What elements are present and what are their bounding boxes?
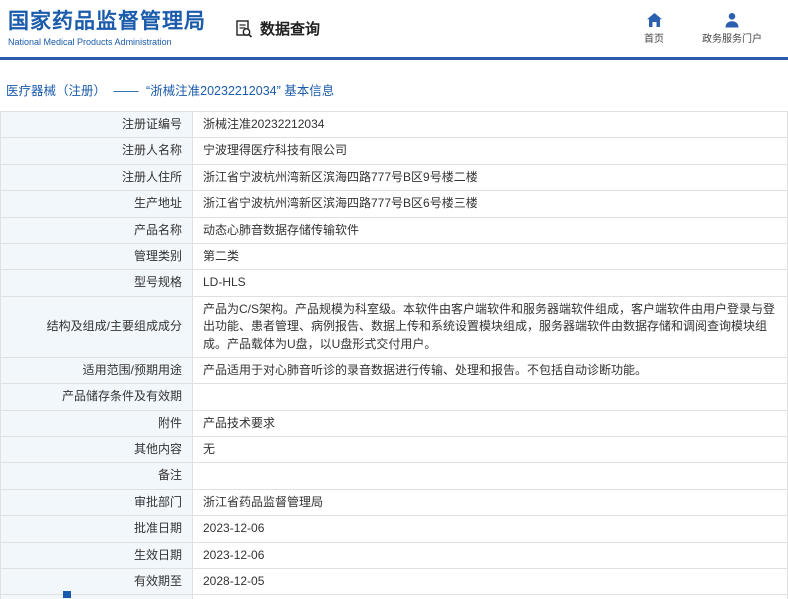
row-label: 审批部门 xyxy=(0,488,193,517)
nav-home-label: 首页 xyxy=(644,34,664,45)
row-label: 注册证编号 xyxy=(0,110,193,139)
table-row: 附件 产品技术要求 xyxy=(0,409,788,438)
row-value: 浙江省宁波杭州湾新区滨海四路777号B区6号楼三楼 xyxy=(192,190,788,218)
row-value: 产品技术要求 xyxy=(192,409,788,438)
nav-home[interactable]: 首页 xyxy=(644,12,664,45)
breadcrumb: 医疗器械（注册） —— “浙械注准20232212034” 基本信息 xyxy=(0,60,788,111)
row-value: 2023-12-06 xyxy=(192,515,788,543)
row-label: 注册人住所 xyxy=(0,163,193,192)
home-icon xyxy=(646,12,663,28)
table-row: 变更情况 xyxy=(0,594,788,599)
row-label: 产品储存条件及有效期 xyxy=(0,383,193,411)
row-label: 适用范围/预期用途 xyxy=(0,356,193,385)
registration-info-table: 注册证编号 浙械注准20232212034 注册人名称 宁波理得医疗科技有限公司 注册人… xyxy=(0,110,788,599)
row-value: 宁波理得医疗科技有限公司 xyxy=(192,137,788,165)
row-value: 2028-12-05 xyxy=(192,568,788,596)
row-value: 浙械注准20232212034 xyxy=(192,110,788,139)
row-value xyxy=(192,383,788,411)
row-value: 浙江省宁波杭州湾新区滨海四路777号B区9号楼二楼 xyxy=(192,163,788,192)
table-row: 有效期至 2028-12-05 xyxy=(0,568,788,596)
table-row: 注册人住所 浙江省宁波杭州湾新区滨海四路777号B区9号楼二楼 xyxy=(0,163,788,192)
page: 国家药品监督管理局 National Medical Products Admi… xyxy=(0,0,788,599)
nav-gov-portal-label: 政务服务门户 xyxy=(702,34,762,45)
row-label: 管理类别 xyxy=(0,242,193,271)
logo-title: 国家药品监督管理局 xyxy=(8,10,206,34)
table-row: 备注 xyxy=(0,462,788,490)
table-row: 型号规格 LD-HLS xyxy=(0,269,788,297)
row-label: 其他内容 xyxy=(0,436,193,464)
row-label: 注册人名称 xyxy=(0,137,193,165)
table-row: 适用范围/预期用途 产品适用于对心肺音听诊的录音数据进行传输、处理和报告。不包括自… xyxy=(0,356,788,385)
row-value: 无 xyxy=(192,436,788,464)
page-title: 数据查询 xyxy=(234,18,320,39)
page-title-label: 数据查询 xyxy=(260,21,321,38)
row-value: 第二类 xyxy=(192,242,788,271)
row-value xyxy=(192,462,788,490)
row-label: 批准日期 xyxy=(0,515,193,543)
row-value: 产品适用于对心肺音听诊的录音数据进行传输、处理和报告。不包括自动诊断功能。 xyxy=(192,356,788,385)
row-value: 产品为C/S架构。产品规模为科室级。本软件由客户端软件和服务器端软件组成，客户端… xyxy=(192,295,788,358)
row-label: 变更情况 xyxy=(0,594,193,599)
user-icon xyxy=(724,12,740,28)
row-label: 产品名称 xyxy=(0,216,193,244)
row-label: 型号规格 xyxy=(0,269,193,297)
table-row: 生效日期 2023-12-06 xyxy=(0,541,788,570)
nmpa-logo[interactable]: 国家药品监督管理局 National Medical Products Admi… xyxy=(8,10,206,46)
row-label: 备注 xyxy=(0,462,193,490)
footer-marker xyxy=(63,591,71,598)
breadcrumb-separator: —— xyxy=(113,84,139,98)
row-value xyxy=(192,594,788,599)
table-row: 其他内容无 xyxy=(0,436,788,464)
row-label: 附件 xyxy=(0,409,193,438)
row-label: 结构及组成/主要组成成分 xyxy=(0,295,193,358)
logo-subtitle: National Medical Products Administration xyxy=(8,36,172,47)
table-row: 注册人名称 宁波理得医疗科技有限公司 xyxy=(0,137,788,165)
row-value: LD-HLS xyxy=(192,269,788,297)
header-nav: 首页 政务服务门户 xyxy=(644,12,788,45)
breadcrumb-category: 医疗器械（注册） xyxy=(6,84,107,98)
table-row: 注册证编号 浙械注准20232212034 xyxy=(0,110,788,139)
row-value: 2023-12-06 xyxy=(192,541,788,570)
header: 国家药品监督管理局 National Medical Products Admi… xyxy=(0,0,788,57)
breadcrumb-current: “浙械注准20232212034” 基本信息 xyxy=(145,84,335,98)
table-row: 结构及组成/主要组成成分 产品为C/S架构。产品规模为科室级。本软件由客户端软件和… xyxy=(0,295,788,358)
row-label: 有效期至 xyxy=(0,568,193,596)
table-row: 产品储存条件及有效期 xyxy=(0,383,788,411)
data-query-icon xyxy=(234,19,254,39)
table-row: 产品名称 动态心肺音数据存储传输软件 xyxy=(0,216,788,244)
table-row: 批准日期 2023-12-06 xyxy=(0,515,788,543)
row-value: 浙江省药品监督管理局 xyxy=(192,488,788,517)
table-row: 生产地址 浙江省宁波杭州湾新区滨海四路777号B区6号楼三楼 xyxy=(0,190,788,218)
row-label: 生产地址 xyxy=(0,190,193,218)
nav-gov-portal[interactable]: 政务服务门户 xyxy=(702,12,762,45)
row-label: 生效日期 xyxy=(0,541,193,570)
table-row: 管理类别 第二类 xyxy=(0,242,788,271)
table-row: 审批部门 浙江省药品监督管理局 xyxy=(0,488,788,517)
row-value: 动态心肺音数据存储传输软件 xyxy=(192,216,788,244)
